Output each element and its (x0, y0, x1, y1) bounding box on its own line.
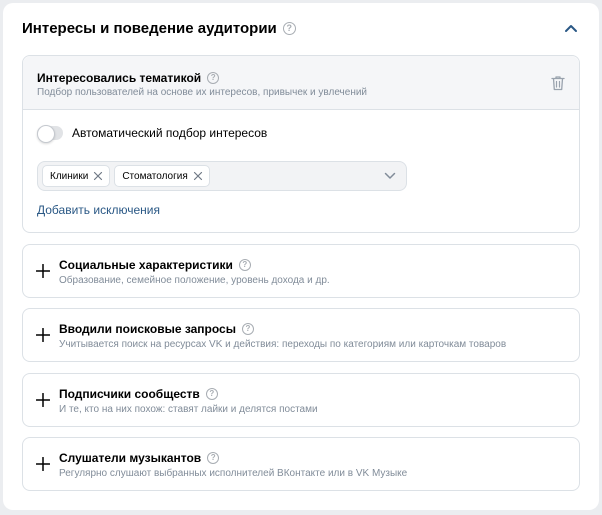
card-subtitle: И те, кто на них похож: ставят лайки и д… (59, 404, 318, 415)
interests-card-title: Интересовались тематикой ? (37, 71, 220, 85)
panel-title-text: Интересы и поведение аудитории (22, 20, 277, 37)
community-subscribers-card[interactable]: Подписчики сообществ ? И те, кто на них … (22, 373, 580, 427)
add-exclusions-link[interactable]: Добавить исключения (37, 203, 160, 217)
tag-chip-label: Стоматология (122, 170, 188, 182)
card-subtitle: Регулярно слушают выбранных исполнителей… (59, 468, 408, 479)
plus-icon[interactable] (36, 457, 50, 471)
interests-card-subtitle: Подбор пользователей на основе их интере… (37, 87, 368, 98)
card-title-text: Слушатели музыкантов (59, 451, 202, 465)
tag-chip: Стоматология (114, 165, 210, 187)
card-title: Социальные характеристики ? (59, 258, 251, 272)
music-listeners-card[interactable]: Слушатели музыкантов ? Регулярно слушают… (22, 437, 580, 491)
plus-icon[interactable] (36, 328, 50, 342)
tag-chip-label: Клиники (50, 170, 89, 182)
interests-card: Интересовались тематикой ? Подбор пользо… (22, 55, 580, 233)
interests-tag-select[interactable]: Клиники Стоматология (37, 161, 407, 191)
plus-icon[interactable] (36, 264, 50, 278)
card-title-text: Социальные характеристики (59, 258, 233, 272)
card-title: Вводили поисковые запросы ? (59, 322, 254, 336)
auto-interests-toggle-label: Автоматический подбор интересов (72, 126, 268, 140)
help-icon[interactable]: ? (241, 323, 254, 335)
card-subtitle: Образование, семейное положение, уровень… (59, 275, 330, 286)
close-icon[interactable] (193, 171, 203, 181)
card-title: Слушатели музыкантов ? (59, 451, 220, 465)
card-title-text: Подписчики сообществ (59, 387, 200, 401)
chevron-down-icon[interactable] (384, 172, 396, 180)
help-icon[interactable]: ? (207, 72, 220, 84)
trash-icon[interactable] (551, 75, 565, 91)
social-characteristics-card[interactable]: Социальные характеристики ? Образование,… (22, 244, 580, 298)
chevron-up-icon[interactable] (563, 21, 579, 35)
card-title: Подписчики сообществ ? (59, 387, 218, 401)
interests-card-header: Интересовались тематикой ? Подбор пользо… (23, 56, 579, 110)
tag-chip: Клиники (42, 165, 111, 187)
plus-icon[interactable] (36, 393, 50, 407)
panel-header[interactable]: Интересы и поведение аудитории ? (3, 3, 599, 55)
card-subtitle: Учитывается поиск на ресурсах VK и дейст… (59, 339, 507, 350)
interests-card-title-text: Интересовались тематикой (37, 71, 202, 85)
help-icon[interactable]: ? (282, 22, 296, 35)
auto-interests-toggle-row: Автоматический подбор интересов (37, 125, 268, 143)
help-icon[interactable]: ? (207, 452, 220, 464)
auto-interests-toggle[interactable] (37, 125, 63, 143)
card-title-text: Вводили поисковые запросы (59, 322, 236, 336)
panel-title: Интересы и поведение аудитории ? (22, 20, 296, 37)
close-icon[interactable] (93, 171, 103, 181)
help-icon[interactable]: ? (238, 259, 251, 271)
search-queries-card[interactable]: Вводили поисковые запросы ? Учитывается … (22, 308, 580, 362)
help-icon[interactable]: ? (205, 388, 218, 400)
audience-interests-panel: Интересы и поведение аудитории ? Интерес… (3, 3, 599, 510)
